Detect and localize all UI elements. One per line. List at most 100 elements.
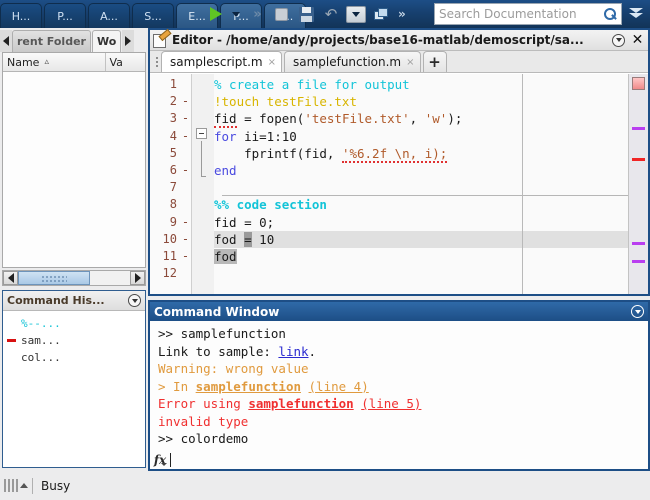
code-line-6[interactable]: end bbox=[214, 162, 628, 179]
output-hyperlink[interactable]: link bbox=[278, 344, 308, 359]
breakpoint-mark[interactable] bbox=[180, 196, 191, 213]
undo-button[interactable]: ↶ bbox=[320, 3, 342, 25]
code-line-2[interactable]: !touch testFile.txt bbox=[214, 93, 628, 110]
code-line-5[interactable]: fprintf(fid, '%6.2f \n, i); bbox=[214, 145, 628, 163]
ribbon-tab-plots[interactable]: P... bbox=[44, 3, 86, 28]
history-marker bbox=[7, 339, 21, 342]
search-input[interactable]: Search Documentation bbox=[439, 7, 604, 21]
output-hyperlink[interactable]: (line 4) bbox=[309, 379, 369, 394]
column-header-name[interactable]: Name ▵ bbox=[3, 53, 106, 71]
cascade-windows-button[interactable] bbox=[370, 3, 392, 25]
breakpoint-mark[interactable]: - bbox=[180, 128, 191, 145]
breakpoint-mark[interactable] bbox=[180, 76, 191, 93]
stop-square-icon bbox=[274, 7, 288, 21]
breakpoint-mark[interactable]: - bbox=[180, 231, 191, 248]
code-line-9[interactable]: fid = 0; bbox=[214, 214, 628, 231]
code-analyzer-margin[interactable] bbox=[628, 74, 648, 294]
status-bar: Busy bbox=[0, 471, 650, 500]
code-line-10[interactable]: fod = 10 bbox=[214, 230, 628, 248]
document-tab-samplefunction[interactable]: samplefunction.m × bbox=[283, 51, 421, 72]
left-tabs-scroll-left-button[interactable] bbox=[0, 30, 12, 52]
document-tab-samplescript[interactable]: samplescript.m × bbox=[161, 51, 282, 72]
editor-tabs-grip[interactable] bbox=[153, 52, 161, 72]
column-header-value[interactable]: Va bbox=[106, 53, 146, 71]
caret-up-icon[interactable] bbox=[20, 483, 28, 488]
tab-workspace[interactable]: Wo bbox=[91, 30, 122, 52]
analyzer-mark[interactable] bbox=[632, 260, 645, 263]
left-tabs-scroll-right-button[interactable] bbox=[122, 30, 135, 52]
fx-function-icon[interactable]: fx bbox=[150, 453, 170, 467]
code-analyzer-error-square[interactable] bbox=[632, 77, 645, 90]
output-text: > In bbox=[158, 378, 196, 394]
stop-button[interactable] bbox=[270, 3, 292, 25]
breakpoint-mark[interactable] bbox=[180, 265, 191, 282]
workspace-table-header: Name ▵ Va bbox=[3, 53, 145, 72]
list-item[interactable]: sam... bbox=[3, 332, 145, 349]
run-dropdown-button[interactable] bbox=[230, 3, 242, 25]
code-line-11[interactable]: fod bbox=[214, 248, 628, 265]
new-document-tab-button[interactable]: + bbox=[422, 51, 447, 72]
output-hyperlink[interactable]: samplefunction bbox=[196, 379, 301, 394]
workspace-table-rows[interactable] bbox=[3, 72, 145, 267]
document-tab-samplescript-label: samplescript.m bbox=[170, 55, 263, 69]
ribbon-minimize-button[interactable] bbox=[626, 5, 646, 23]
step-forward-button[interactable]: » bbox=[245, 3, 267, 25]
analyzer-mark[interactable] bbox=[632, 242, 645, 245]
code-line-3[interactable]: fid = fopen('testFile.txt', 'w'); bbox=[214, 110, 628, 129]
command-history-list[interactable]: %--... sam... col... bbox=[3, 311, 145, 366]
layout-dropdown-button[interactable] bbox=[345, 3, 367, 25]
history-entry-text: col... bbox=[21, 351, 61, 364]
command-prompt-row[interactable]: fx bbox=[150, 453, 171, 467]
breakpoint-mark[interactable] bbox=[180, 145, 191, 162]
line-number: 9 bbox=[169, 214, 177, 229]
history-error-dash-icon bbox=[7, 339, 16, 342]
search-documentation-box[interactable]: Search Documentation bbox=[434, 3, 622, 25]
circle-caret-down-icon[interactable] bbox=[128, 294, 141, 307]
hscroll-thumb[interactable] bbox=[18, 271, 90, 285]
editor-close-button[interactable]: ✕ bbox=[630, 33, 645, 48]
breakpoint-mark[interactable] bbox=[180, 179, 191, 196]
code-line-12[interactable] bbox=[214, 265, 628, 282]
save-button[interactable] bbox=[295, 3, 317, 25]
code-line-1[interactable]: % create a file for output bbox=[214, 76, 628, 93]
breakpoint-mark[interactable]: - bbox=[180, 93, 191, 110]
resize-grip-icon[interactable] bbox=[4, 479, 18, 492]
circle-caret-down-icon[interactable] bbox=[631, 305, 644, 318]
editor-code-pane[interactable]: % create a file for output !touch testFi… bbox=[214, 74, 628, 294]
fold-collapse-icon[interactable] bbox=[196, 128, 207, 139]
command-window-output[interactable]: >> samplefunction Link to sample: link. … bbox=[150, 321, 648, 469]
breakpoint-mark[interactable]: - bbox=[180, 110, 191, 127]
code-line-7[interactable] bbox=[214, 179, 628, 196]
close-icon[interactable]: × bbox=[268, 57, 276, 68]
breakpoint-mark[interactable]: - bbox=[180, 214, 191, 231]
code-line-4[interactable]: for ii=1:10 bbox=[214, 128, 628, 145]
tab-current-folder[interactable]: rent Folder bbox=[12, 30, 91, 52]
line-number: 6 bbox=[169, 162, 177, 177]
toolbar-overflow-button[interactable]: » bbox=[395, 7, 407, 21]
run-button[interactable] bbox=[205, 3, 227, 25]
command-history-panel: Command His... %--... sam... col... bbox=[2, 290, 146, 468]
hscroll-left-button[interactable] bbox=[3, 271, 18, 285]
list-item[interactable]: col... bbox=[3, 349, 145, 366]
ribbon-tab-home[interactable]: H... bbox=[0, 3, 42, 28]
workspace-horizontal-scrollbar[interactable] bbox=[2, 270, 146, 286]
ribbon-tab-apps[interactable]: A... bbox=[88, 3, 130, 28]
code-line-8[interactable]: %% code section bbox=[214, 196, 628, 213]
ribbon-tab-shortcuts[interactable]: S... bbox=[132, 3, 174, 28]
analyzer-mark[interactable] bbox=[632, 127, 645, 130]
triangle-left-icon bbox=[7, 273, 14, 283]
command-history-titlebar: Command His... bbox=[3, 291, 145, 311]
editor-menu-button[interactable] bbox=[611, 33, 626, 48]
breakpoint-mark[interactable]: - bbox=[180, 162, 191, 179]
output-hyperlink[interactable]: samplefunction bbox=[248, 396, 353, 411]
list-item[interactable]: %--... bbox=[3, 315, 145, 332]
output-text: Link to sample: bbox=[158, 343, 279, 359]
hscroll-right-button[interactable] bbox=[130, 271, 145, 285]
editor-fold-gutter[interactable] bbox=[192, 74, 214, 294]
output-hyperlink[interactable]: (line 5) bbox=[361, 396, 421, 411]
editor-breakpoint-gutter[interactable]: - - - - - - - bbox=[180, 74, 192, 294]
hscroll-track[interactable] bbox=[18, 271, 130, 285]
analyzer-mark[interactable] bbox=[632, 158, 645, 161]
breakpoint-mark[interactable]: - bbox=[180, 248, 191, 265]
close-icon[interactable]: × bbox=[406, 57, 414, 68]
